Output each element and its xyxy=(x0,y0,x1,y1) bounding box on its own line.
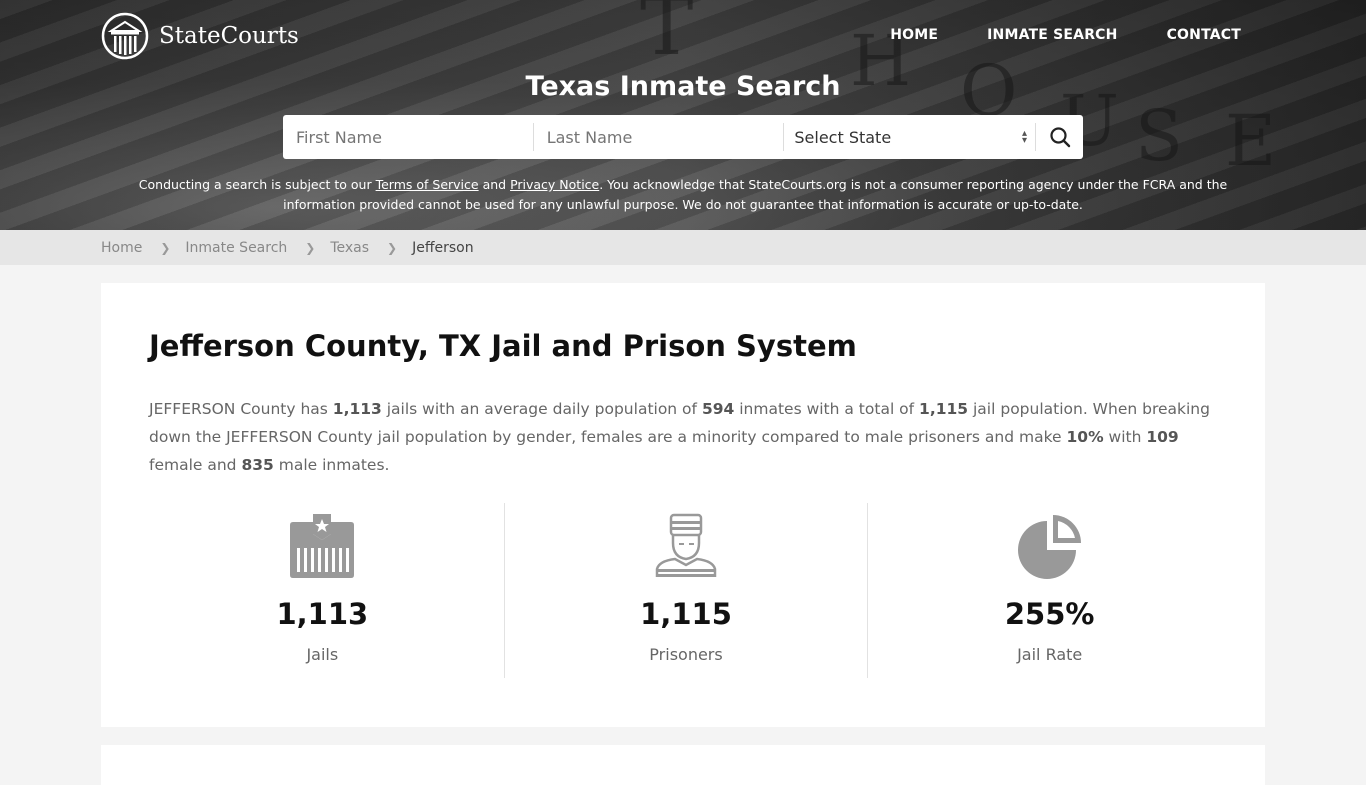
breadcrumb-bar: Home ❯ Inmate Search ❯ Texas ❯ Jefferson xyxy=(0,230,1366,265)
brand-name: StateCourts xyxy=(159,23,299,49)
breadcrumb-home[interactable]: Home xyxy=(101,240,142,256)
search-button[interactable] xyxy=(1036,115,1083,159)
county-overview-card: Jefferson County, TX Jail and Prison Sys… xyxy=(101,283,1265,727)
hero-title: Texas Inmate Search xyxy=(525,71,841,102)
background-lettering: T xyxy=(640,0,694,73)
stat-prisoners: 1,115 Prisoners xyxy=(503,503,868,678)
female-count: 109 xyxy=(1146,428,1179,446)
search-icon xyxy=(1049,127,1070,148)
terms-of-service-link[interactable]: Terms of Service xyxy=(376,177,479,192)
background-lettering: E xyxy=(1225,100,1277,182)
next-section-card xyxy=(101,745,1265,785)
search-form: Select State ▴▾ xyxy=(283,115,1083,159)
average-daily-population: 594 xyxy=(701,400,735,418)
courthouse-logo-icon xyxy=(101,12,149,60)
stat-label: Jails xyxy=(306,645,339,664)
nav-home[interactable]: HOME xyxy=(890,27,938,43)
chevron-right-icon: ❯ xyxy=(387,240,398,255)
disclaimer-text: and xyxy=(478,177,511,192)
male-count: 835 xyxy=(241,456,274,474)
stat-jails: 1,113 Jails xyxy=(141,503,504,678)
disclaimer-text: Conducting a search is subject to our xyxy=(138,177,376,192)
nav-inmate-search[interactable]: INMATE SEARCH xyxy=(987,27,1117,43)
select-arrows-icon: ▴ ▾ xyxy=(1022,128,1028,146)
pie-chart-icon xyxy=(1017,515,1081,579)
summary-text: female and xyxy=(149,456,242,474)
breadcrumb-current: Jefferson xyxy=(412,239,474,256)
stat-value: 1,115 xyxy=(640,597,732,631)
stat-value: 255% xyxy=(1004,597,1095,631)
summary-text: male inmates. xyxy=(273,456,390,474)
breadcrumb: Home ❯ Inmate Search ❯ Texas ❯ Jefferson xyxy=(101,230,1366,265)
prisoner-icon xyxy=(655,513,717,577)
background-lettering: S xyxy=(1135,95,1183,177)
female-percentage: 10% xyxy=(1066,428,1104,446)
chevron-right-icon: ❯ xyxy=(305,240,316,255)
summary-text: with xyxy=(1103,428,1147,446)
breadcrumb-texas[interactable]: Texas xyxy=(330,240,369,256)
summary-text: JEFFERSON County has xyxy=(149,400,333,418)
first-name-input[interactable] xyxy=(283,115,533,159)
main-nav: HOME INMATE SEARCH CONTACT xyxy=(890,27,1241,43)
stat-jail-rate: 255% Jail Rate xyxy=(867,503,1231,678)
page-title: Jefferson County, TX Jail and Prison Sys… xyxy=(149,329,857,363)
privacy-notice-link[interactable]: Privacy Notice xyxy=(510,177,599,192)
breadcrumb-inmate-search[interactable]: Inmate Search xyxy=(185,240,287,256)
chevron-right-icon: ❯ xyxy=(160,240,171,255)
summary-text: inmates with a total of xyxy=(734,400,920,418)
summary-text: jails with an average daily population o… xyxy=(381,400,702,418)
search-disclaimer: Conducting a search is subject to our Te… xyxy=(120,175,1246,215)
total-population: 1,115 xyxy=(919,400,969,418)
last-name-input[interactable] xyxy=(533,115,784,159)
jails-count: 1,113 xyxy=(332,400,382,418)
county-summary: JEFFERSON County has 1,113 jails with an… xyxy=(149,395,1219,479)
state-select-value: Select State xyxy=(794,127,892,147)
nav-contact[interactable]: CONTACT xyxy=(1167,27,1241,43)
stat-label: Jail Rate xyxy=(1017,645,1083,664)
hero-banner: T H O U S E StateCourts HOME INMATE SEAR… xyxy=(0,0,1366,230)
stat-value: 1,113 xyxy=(276,597,369,631)
state-select[interactable]: Select State ▴ ▾ xyxy=(784,115,1035,159)
jail-icon xyxy=(290,514,355,578)
stat-label: Prisoners xyxy=(649,645,723,664)
logo-link[interactable]: StateCourts xyxy=(101,12,299,60)
stats-row: 1,113 Jails 1,115 Prisoners 255% Jail Ra… xyxy=(141,503,1231,678)
